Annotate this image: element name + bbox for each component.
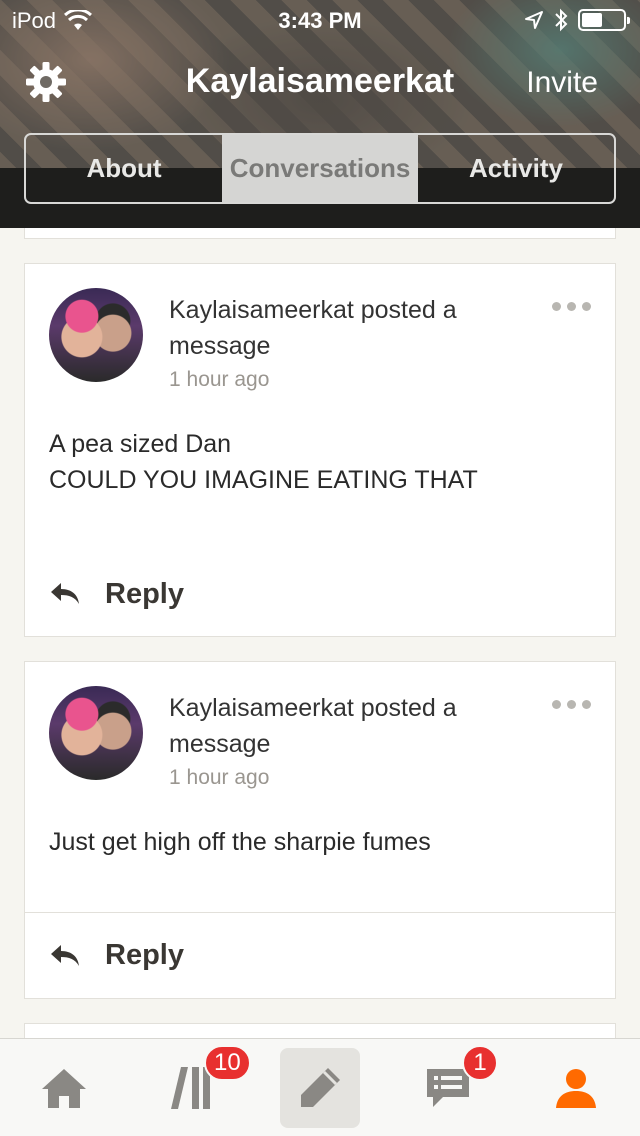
tab-messages[interactable]: 1 — [384, 1039, 512, 1136]
profile-tabs: About Conversations Activity — [24, 133, 616, 204]
library-badge: 10 — [204, 1045, 251, 1081]
tab-library[interactable]: 10 — [128, 1039, 256, 1136]
reply-button[interactable]: Reply — [25, 912, 615, 998]
invite-button[interactable]: Invite — [526, 66, 598, 100]
post-author-line: Kaylaisameerkat posted a message — [169, 694, 457, 758]
previous-card-fragment — [24, 228, 616, 239]
tab-compose[interactable] — [256, 1039, 384, 1136]
profile-header: iPod 3:43 PM Kaylaisameerkat Invite Abou… — [0, 0, 640, 228]
post-author-line: Kaylaisameerkat posted a message — [169, 296, 457, 360]
bluetooth-icon — [555, 8, 568, 32]
reply-icon — [51, 583, 79, 604]
location-arrow-icon — [525, 11, 543, 29]
more-options-icon[interactable] — [552, 700, 591, 709]
post-card: Kaylaisameerkat posted a message 1 hour … — [24, 661, 616, 999]
conversation-feed[interactable]: Kaylaisameerkat posted a message 1 hour … — [0, 228, 640, 1038]
tab-home[interactable] — [0, 1039, 128, 1136]
status-right — [524, 8, 630, 32]
battery-level — [582, 13, 602, 27]
profile-icon — [556, 1069, 596, 1108]
status-bar: iPod 3:43 PM — [0, 0, 640, 40]
post-body-line: COULD YOU IMAGINE EATING THAT — [49, 466, 478, 494]
compose-icon — [301, 1068, 340, 1107]
avatar[interactable] — [49, 686, 143, 780]
messages-badge: 1 — [462, 1045, 498, 1081]
tab-about[interactable]: About — [26, 135, 222, 202]
post-timestamp: 1 hour ago — [169, 766, 270, 789]
reply-label: Reply — [105, 577, 184, 610]
more-options-icon[interactable] — [552, 302, 591, 311]
post-body-line: Just get high off the sharpie fumes — [49, 828, 431, 856]
reply-button[interactable]: Reply — [25, 551, 615, 637]
avatar[interactable] — [49, 288, 143, 382]
nav-bar: Kaylaisameerkat Invite — [0, 54, 640, 114]
home-icon — [42, 1069, 86, 1108]
tab-activity[interactable]: Activity — [418, 135, 614, 202]
post-body-line: A pea sized Dan — [49, 430, 232, 458]
tab-conversations[interactable]: Conversations — [222, 135, 418, 202]
post-body: Just get high off the sharpie fumes — [49, 824, 589, 860]
post-card: Kaylaisameerkat posted a message 1 hour … — [24, 263, 616, 637]
post-timestamp: 1 hour ago — [169, 368, 270, 391]
battery-icon — [578, 9, 630, 31]
reply-icon — [51, 944, 79, 966]
reply-label: Reply — [105, 939, 184, 971]
next-card-fragment — [24, 1023, 616, 1038]
bottom-tab-bar: 10 1 — [0, 1038, 640, 1136]
post-body: A pea sized Dan COULD YOU IMAGINE EATING… — [49, 426, 589, 498]
tab-profile[interactable] — [512, 1039, 640, 1136]
